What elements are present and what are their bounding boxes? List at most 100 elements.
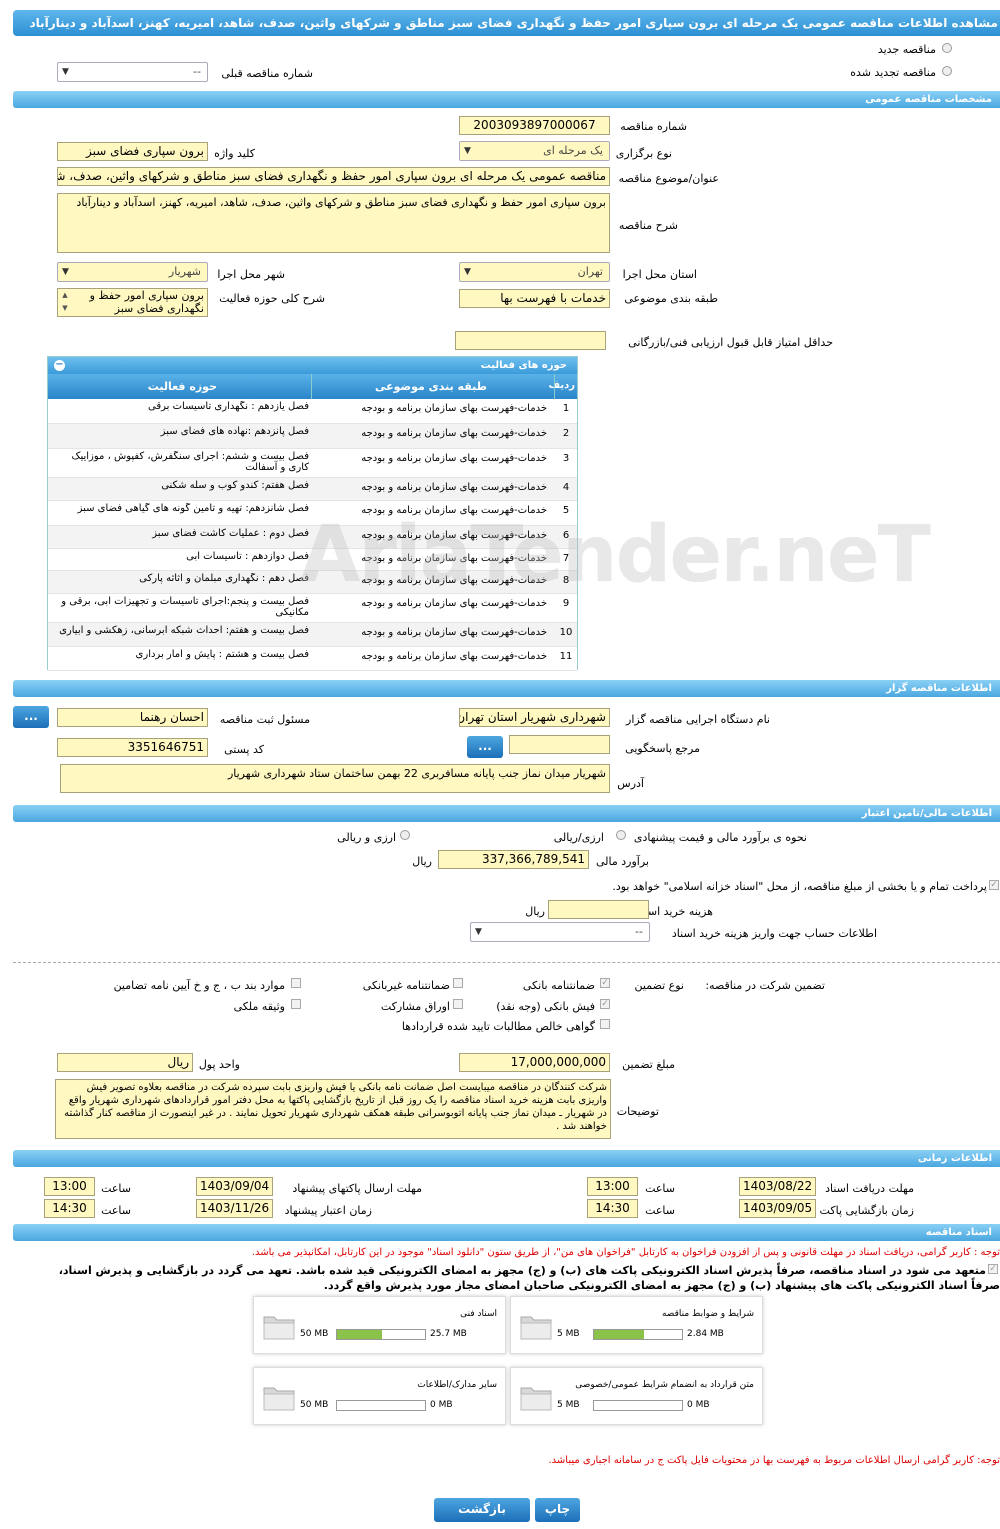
recv-time-label: ساعت: [645, 1182, 675, 1195]
account-select[interactable]: -- ▼: [470, 922, 650, 942]
row-number: 2: [562, 428, 570, 439]
guarantee-amount-field: 17,000,000,000: [459, 1053, 610, 1072]
row-field: فصل دوازدهم : تاسیسات آبی: [186, 551, 309, 562]
table-row: 10 خدمات-فهرست بهای سازمان برنامه و بودجه…: [48, 623, 577, 647]
activities-header: حوزه های فعالیت −: [48, 357, 577, 374]
property-label: وثیقه ملکی: [233, 1000, 285, 1013]
chevron-down-icon: ▼: [62, 67, 69, 77]
holding-type-label: نوع برگزاری: [615, 147, 672, 160]
row-number: 4: [562, 482, 570, 493]
open-date: 1403/09/05: [739, 1199, 816, 1218]
nonbank-guarantee-checkbox[interactable]: [453, 978, 463, 988]
recv-date: 1403/08/22: [739, 1177, 816, 1196]
holding-type-select[interactable]: یک مرحله ای ▼: [459, 141, 610, 161]
cash-checkbox[interactable]: ✓: [600, 999, 610, 1009]
row-field: فصل یازدهم : نگهداری تاسیسات برقی: [148, 401, 309, 412]
row-category: خدمات-فهرست بهای سازمان برنامه و بودجه: [361, 482, 547, 493]
row-category: خدمات-فهرست بهای سازمان برنامه و بودجه: [361, 403, 547, 414]
documents-note: توجه : کاربر گرامی، دریافت اسناد در مهلت…: [251, 1247, 1000, 1258]
document-card[interactable]: سایر مدارک/اطلاعات 50 MB 0 MB: [253, 1367, 506, 1425]
claims-checkbox[interactable]: [600, 1019, 610, 1029]
guarantee-amount-label: مبلغ تضمین: [622, 1058, 675, 1071]
row-category: خدمات-فهرست بهای سازمان برنامه و بودجه: [361, 651, 547, 662]
row-number: 11: [559, 651, 573, 662]
registrar-lookup-button[interactable]: ...: [13, 706, 49, 728]
page-title: مشاهده اطلاعات مناقصه عمومی یک مرحله ای …: [13, 10, 1000, 36]
finance-section-header: اطلاعات مالی/تامین اعتبار: [13, 805, 1000, 822]
organizer-section-header: اطلاعات مناقصه گزار: [13, 680, 1000, 697]
row-number: 1: [562, 403, 570, 414]
currency-field: ریال: [57, 1053, 193, 1072]
document-card[interactable]: اسناد فنی 50 MB 25.7 MB: [253, 1296, 506, 1354]
treasury-text: پرداخت تمام و یا بخشی از مبلغ مناقصه، از…: [612, 880, 987, 893]
activities-title: حوزه های فعالیت: [480, 360, 567, 371]
registrar-label: مسئول ثبت مناقصه: [219, 713, 310, 726]
commit-text-1: متعهد می شود در اسناد مناقصه، صرفاً پذیر…: [58, 1264, 986, 1277]
currency-label: واحد پول: [198, 1058, 240, 1071]
doc-fee-field: [548, 900, 649, 919]
currency-rial-label: ارزی/ریالی: [553, 831, 604, 844]
currency-rial-radio[interactable]: [616, 830, 626, 840]
row-field: فصل شانزدهم: تهیه و تامین گونه های گیاهی…: [77, 503, 309, 514]
document-card[interactable]: شرایط و ضوابط مناقصه 5 MB 2.84 MB: [510, 1296, 763, 1354]
address-label: آدرس: [617, 777, 644, 790]
print-button[interactable]: چاپ: [535, 1498, 580, 1522]
col-field: حوزه فعالیت: [147, 380, 217, 393]
folder-icon: [520, 1387, 552, 1411]
currency-and-rial-label: ارزی و ریالی: [337, 831, 396, 844]
description-label: شرح مناقصه: [618, 219, 678, 232]
category-field: خدمات با فهرست بها: [459, 289, 610, 308]
bonds-checkbox[interactable]: [453, 999, 463, 1009]
document-max-size: 5 MB: [557, 1400, 580, 1410]
currency-and-rial-radio[interactable]: [400, 830, 410, 840]
scope-text: برون سپاری امور حفظ و نگهداری فضای سبز: [89, 289, 204, 315]
row-field: فصل هفتم: کندو کوب و سله شکنی: [161, 480, 309, 491]
open-label: زمان بازگشایی پاکت ها: [806, 1204, 914, 1217]
recv-label: مهلت دریافت اسناد: [825, 1182, 914, 1195]
table-row: 2 خدمات-فهرست بهای سازمان برنامه و بودجه ف…: [48, 424, 577, 449]
price-list-note: توجه: کاربر گرامی ارسال اطلاعات مربوط به…: [548, 1455, 1000, 1466]
send-time: 13:00: [44, 1177, 95, 1196]
property-checkbox[interactable]: [291, 999, 301, 1009]
commit-text-2: صرفاً اسناد الکترونیکی پاکت های پیشنهاد …: [323, 1279, 1000, 1292]
send-time-label: ساعت: [101, 1182, 131, 1195]
estimate-unit: ریال: [412, 855, 432, 868]
back-button[interactable]: بازگشت: [434, 1498, 530, 1522]
new-tender-radio[interactable]: [942, 43, 952, 53]
keyword-label: کلید واژه: [214, 147, 255, 160]
prev-number-select[interactable]: -- ▼: [57, 62, 208, 82]
tender-number-field: 2003093897000067: [459, 116, 610, 135]
table-row: 11 خدمات-فهرست بهای سازمان برنامه و بودجه…: [48, 647, 577, 671]
folder-icon: [263, 1387, 295, 1411]
reference-lookup-button[interactable]: ...: [467, 736, 503, 758]
city-select[interactable]: شهریار ▼: [57, 262, 208, 282]
province-label: استان محل اجرا: [622, 268, 697, 281]
document-progress-bar: [336, 1400, 426, 1411]
send-date: 1403/09/04: [196, 1177, 273, 1196]
valid-date: 1403/11/26: [196, 1199, 273, 1218]
table-row: 4 خدمات-فهرست بهای سازمان برنامه و بودجه ف…: [48, 478, 577, 501]
org-name-label: نام دستگاه اجرایی مناقصه گزار: [626, 713, 770, 726]
row-field: فصل دهم : نگهداری مبلمان و اثاثه پارکی: [139, 573, 309, 584]
document-title: متن قرارداد به انضمام شرایط عمومی/خصوصی: [575, 1380, 754, 1390]
row-field: فصل بیست و هشتم : پایش و آمار برداری: [135, 649, 309, 660]
bcj-items-checkbox[interactable]: [291, 978, 301, 988]
scroll-arrows-icon[interactable]: ▲ ▼: [58, 289, 72, 316]
commit-checkbox[interactable]: ✓: [988, 1264, 998, 1274]
renewed-tender-radio[interactable]: [942, 66, 952, 76]
scope-field[interactable]: برون سپاری امور حفظ و نگهداری فضای سبز: [57, 288, 208, 317]
cash-label: فیش بانکی (وجه نقد): [496, 1000, 595, 1013]
bank-guarantee-checkbox[interactable]: ✓: [600, 978, 610, 988]
chevron-down-icon: ▼: [475, 927, 482, 937]
claims-label: گواهی خالص مطالبات تایید شده قراردادها: [401, 1020, 595, 1033]
general-section-header: مشخصات مناقصه عمومی: [13, 91, 1000, 108]
collapse-icon[interactable]: −: [54, 360, 65, 371]
province-select[interactable]: تهران ▼: [459, 262, 610, 282]
org-name-field: شهرداری شهریار استان تهران: [459, 708, 610, 727]
document-card[interactable]: متن قرارداد به انضمام شرایط عمومی/خصوصی 5…: [510, 1367, 763, 1425]
document-used-size: 25.7 MB: [430, 1329, 467, 1339]
treasury-checkbox[interactable]: ✓: [989, 880, 999, 890]
nonbank-guarantee-label: ضمانتنامه غیربانکی: [362, 979, 450, 992]
estimate-label: برآورد مالی: [596, 855, 649, 868]
bank-guarantee-label: ضمانتنامه بانکی: [522, 979, 595, 992]
